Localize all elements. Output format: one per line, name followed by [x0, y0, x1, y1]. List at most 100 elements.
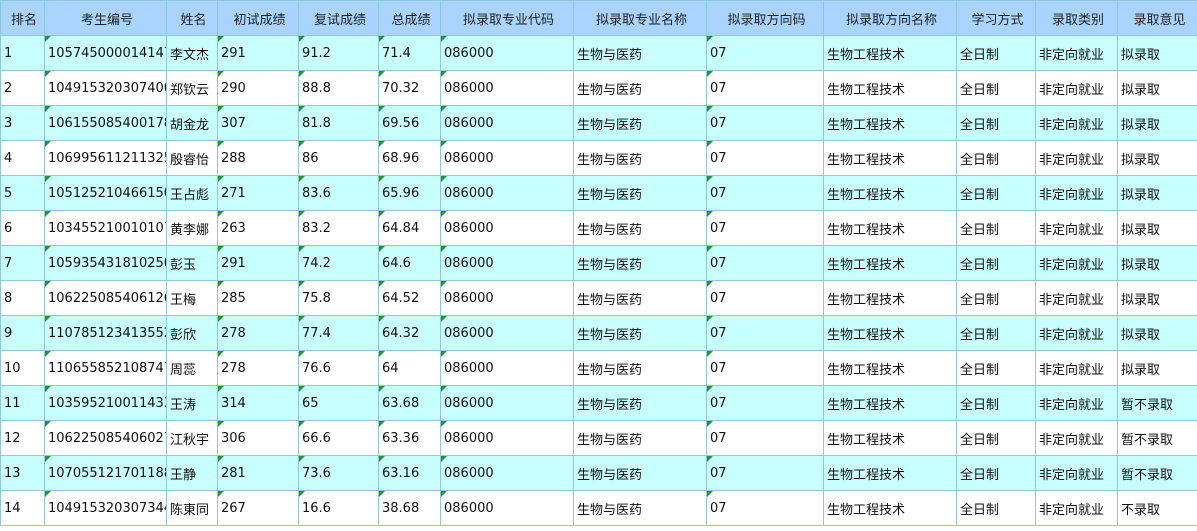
cell-study-mode[interactable]: 全日制 — [956, 35, 1036, 71]
cell-admission-decision[interactable]: 拟录取 — [1117, 140, 1197, 176]
cell-major-name[interactable]: 生物与医药 — [573, 175, 707, 211]
cell-name[interactable]: 李文杰 — [166, 35, 218, 71]
cell-admission-decision[interactable]: 拟录取 — [1117, 350, 1197, 386]
cell-retest-score[interactable]: 73.6 — [298, 455, 379, 491]
cell-major-name[interactable]: 生物与医药 — [573, 35, 707, 71]
cell-major-code[interactable]: 086000 — [440, 140, 574, 176]
cell-name[interactable]: 郑钦云 — [166, 70, 218, 106]
cell-study-mode[interactable]: 全日制 — [956, 70, 1036, 106]
cell-direction-code[interactable]: 07 — [706, 35, 824, 71]
cell-admission-category[interactable]: 非定向就业 — [1035, 175, 1118, 211]
cell-candidate-id[interactable]: 107055121701188 — [44, 455, 167, 491]
cell-total-score[interactable]: 69.56 — [378, 105, 441, 141]
cell-study-mode[interactable]: 全日制 — [956, 490, 1036, 526]
cell-total-score[interactable]: 64 — [378, 350, 441, 386]
cell-major-code[interactable]: 086000 — [440, 385, 574, 421]
cell-major-name[interactable]: 生物与医药 — [573, 315, 707, 351]
cell-admission-decision[interactable]: 不录取 — [1117, 490, 1197, 526]
cell-direction-name[interactable]: 生物工程技术 — [823, 140, 957, 176]
cell-direction-code[interactable]: 07 — [706, 245, 824, 281]
cell-initial-score[interactable]: 307 — [217, 105, 299, 141]
cell-study-mode[interactable]: 全日制 — [956, 175, 1036, 211]
cell-major-code[interactable]: 086000 — [440, 420, 574, 456]
cell-major-name[interactable]: 生物与医药 — [573, 420, 707, 456]
cell-total-score[interactable]: 63.16 — [378, 455, 441, 491]
cell-rank[interactable]: 12 — [0, 420, 45, 456]
cell-rank[interactable]: 5 — [0, 175, 45, 211]
cell-direction-code[interactable]: 07 — [706, 175, 824, 211]
cell-admission-decision[interactable]: 暂不录取 — [1117, 455, 1197, 491]
cell-admission-category[interactable]: 非定向就业 — [1035, 455, 1118, 491]
cell-name[interactable]: 王涛 — [166, 385, 218, 421]
cell-admission-category[interactable]: 非定向就业 — [1035, 210, 1118, 246]
cell-direction-name[interactable]: 生物工程技术 — [823, 350, 957, 386]
cell-major-name[interactable]: 生物与医药 — [573, 280, 707, 316]
cell-rank[interactable]: 14 — [0, 490, 45, 526]
cell-study-mode[interactable]: 全日制 — [956, 280, 1036, 316]
cell-admission-category[interactable]: 非定向就业 — [1035, 350, 1118, 386]
column-header-admission-decision[interactable]: 录取意见 — [1117, 0, 1197, 36]
cell-admission-category[interactable]: 非定向就业 — [1035, 315, 1118, 351]
cell-major-name[interactable]: 生物与医药 — [573, 455, 707, 491]
column-header-total-score[interactable]: 总成绩 — [378, 0, 441, 36]
cell-candidate-id[interactable]: 103595210011433 — [44, 385, 167, 421]
cell-initial-score[interactable]: 281 — [217, 455, 299, 491]
cell-retest-score[interactable]: 88.8 — [298, 70, 379, 106]
cell-name[interactable]: 彭欣 — [166, 315, 218, 351]
cell-retest-score[interactable]: 83.6 — [298, 175, 379, 211]
cell-major-name[interactable]: 生物与医药 — [573, 385, 707, 421]
column-header-initial-score[interactable]: 初试成绩 — [217, 0, 299, 36]
cell-retest-score[interactable]: 74.2 — [298, 245, 379, 281]
cell-direction-name[interactable]: 生物工程技术 — [823, 280, 957, 316]
cell-rank[interactable]: 6 — [0, 210, 45, 246]
cell-study-mode[interactable]: 全日制 — [956, 245, 1036, 281]
cell-direction-code[interactable]: 07 — [706, 70, 824, 106]
cell-major-code[interactable]: 086000 — [440, 315, 574, 351]
cell-retest-score[interactable]: 83.2 — [298, 210, 379, 246]
cell-major-code[interactable]: 086000 — [440, 35, 574, 71]
cell-admission-category[interactable]: 非定向就业 — [1035, 140, 1118, 176]
cell-name[interactable]: 彭玉 — [166, 245, 218, 281]
cell-direction-name[interactable]: 生物工程技术 — [823, 490, 957, 526]
cell-admission-decision[interactable]: 拟录取 — [1117, 245, 1197, 281]
cell-direction-code[interactable]: 07 — [706, 140, 824, 176]
cell-study-mode[interactable]: 全日制 — [956, 385, 1036, 421]
cell-admission-category[interactable]: 非定向就业 — [1035, 280, 1118, 316]
cell-major-name[interactable]: 生物与医药 — [573, 140, 707, 176]
cell-name[interactable]: 陈東同 — [166, 490, 218, 526]
cell-major-code[interactable]: 086000 — [440, 350, 574, 386]
cell-rank[interactable]: 13 — [0, 455, 45, 491]
cell-major-code[interactable]: 086000 — [440, 210, 574, 246]
cell-total-score[interactable]: 71.4 — [378, 35, 441, 71]
cell-direction-name[interactable]: 生物工程技术 — [823, 70, 957, 106]
cell-admission-category[interactable]: 非定向就业 — [1035, 490, 1118, 526]
cell-candidate-id[interactable]: 104915320307400 — [44, 70, 167, 106]
cell-admission-category[interactable]: 非定向就业 — [1035, 35, 1118, 71]
cell-candidate-id[interactable]: 106995611211325 — [44, 140, 167, 176]
cell-name[interactable]: 王占彪 — [166, 175, 218, 211]
cell-rank[interactable]: 1 — [0, 35, 45, 71]
cell-candidate-id[interactable]: 103455210010107 — [44, 210, 167, 246]
cell-retest-score[interactable]: 75.8 — [298, 280, 379, 316]
cell-initial-score[interactable]: 278 — [217, 315, 299, 351]
column-header-candidate-id[interactable]: 考生编号 — [44, 0, 167, 36]
cell-direction-code[interactable]: 07 — [706, 385, 824, 421]
cell-candidate-id[interactable]: 110655852108747 — [44, 350, 167, 386]
cell-direction-code[interactable]: 07 — [706, 280, 824, 316]
cell-admission-decision[interactable]: 拟录取 — [1117, 280, 1197, 316]
cell-retest-score[interactable]: 77.4 — [298, 315, 379, 351]
cell-major-code[interactable]: 086000 — [440, 70, 574, 106]
cell-total-score[interactable]: 64.84 — [378, 210, 441, 246]
cell-major-name[interactable]: 生物与医药 — [573, 245, 707, 281]
cell-admission-decision[interactable]: 拟录取 — [1117, 175, 1197, 211]
cell-rank[interactable]: 7 — [0, 245, 45, 281]
cell-major-code[interactable]: 086000 — [440, 490, 574, 526]
cell-initial-score[interactable]: 306 — [217, 420, 299, 456]
cell-direction-name[interactable]: 生物工程技术 — [823, 210, 957, 246]
cell-direction-code[interactable]: 07 — [706, 210, 824, 246]
cell-initial-score[interactable]: 285 — [217, 280, 299, 316]
cell-admission-decision[interactable]: 拟录取 — [1117, 105, 1197, 141]
cell-candidate-id[interactable]: 104915320307344 — [44, 490, 167, 526]
cell-direction-code[interactable]: 07 — [706, 315, 824, 351]
cell-major-code[interactable]: 086000 — [440, 245, 574, 281]
